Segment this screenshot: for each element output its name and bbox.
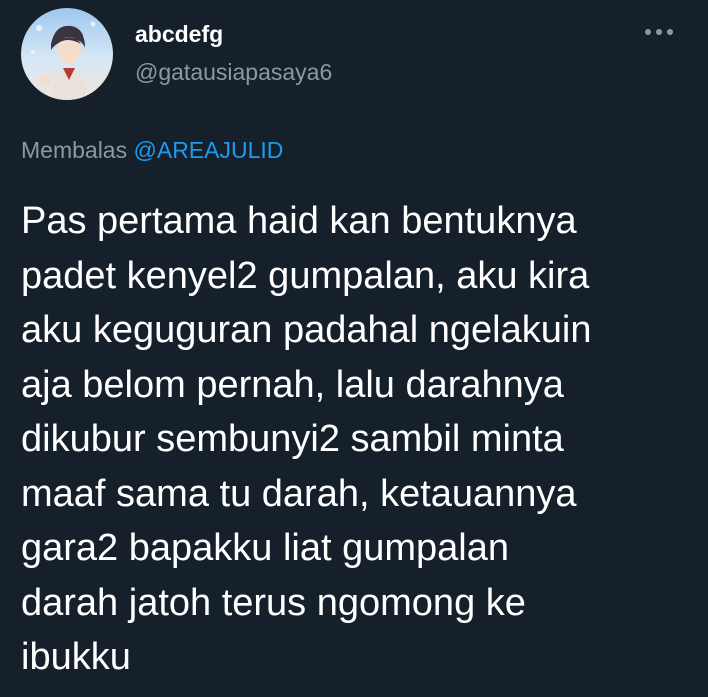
tweet-text-line: darah jatoh terus ngomong ke	[21, 581, 526, 624]
more-options-button[interactable]	[642, 22, 676, 42]
anime-profile-avatar-icon	[21, 8, 113, 100]
tweet-text-line: maaf sama tu darah, ketauannya	[21, 472, 577, 515]
tweet-text-line: padet kenyel2 gumpalan, aku kira	[21, 254, 590, 297]
tweet-text-line: aku keguguran padahal ngelakuin	[21, 309, 592, 351]
reply-context: Membalas @AREAJULID	[21, 136, 283, 164]
reply-prefix: Membalas	[21, 137, 128, 163]
tweet-text: Pas pertama haid kan bentuknya padet ken…	[21, 194, 691, 685]
more-horizontal-icon	[645, 29, 673, 35]
tweet-text-line: ibukku	[21, 636, 131, 678]
tweet-text-line: Pas pertama haid kan bentuknya	[21, 200, 577, 242]
author-display-name[interactable]: abcdefg	[135, 20, 223, 48]
tweet-card: abcdefg @gatausiapasaya6 Membalas @AREAJ…	[0, 0, 708, 697]
tweet-text-line: dikubur sembunyi2 sambil minta	[21, 418, 564, 460]
reply-mention-link[interactable]: @AREAJULID	[134, 137, 284, 163]
author-handle[interactable]: @gatausiapasaya6	[135, 58, 332, 86]
tweet-text-line: gara2 bapakku liat gumpalan	[21, 527, 510, 569]
avatar[interactable]	[21, 8, 113, 100]
tweet-text-line: aja belom pernah, lalu darahnya	[21, 363, 564, 406]
